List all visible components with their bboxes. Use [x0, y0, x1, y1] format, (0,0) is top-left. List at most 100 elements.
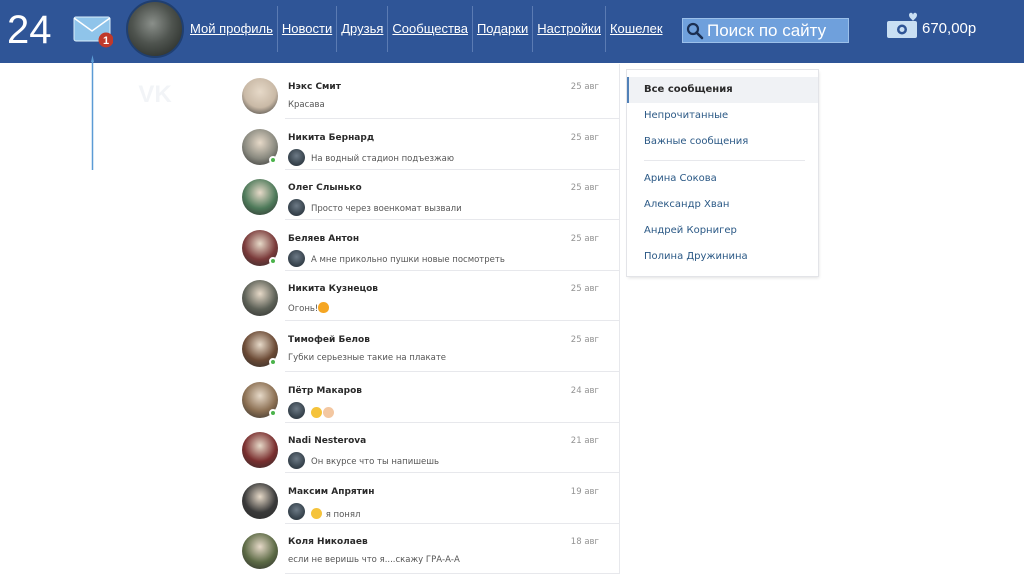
search-label: Поиск по сайту [707, 20, 827, 40]
online-indicator [269, 408, 277, 417]
site-search[interactable]: Поиск по сайту [682, 18, 849, 43]
online-indicator [269, 155, 277, 164]
dialog-avatar[interactable] [242, 280, 278, 317]
dialog-preview: Просто через военкомат вызвали [311, 204, 462, 214]
dialog-avatar[interactable] [242, 179, 278, 216]
contact-andrey-korniger[interactable]: Андрей Корнигер [627, 218, 818, 244]
dialog-message-text: Губки серьезные такие на плакате [288, 353, 447, 363]
dialog-row[interactable]: Nadi Nesterova 21 авг Он вкурсе что ты нап… [233, 422, 620, 474]
mail-badge-count: 1 [103, 35, 109, 47]
filter-divider [644, 160, 805, 161]
mail-icon[interactable]: 1 [73, 14, 113, 48]
dialog-row[interactable]: Тимофей Белов 25 авг Губки серьезные такие… [233, 321, 620, 372]
dialog-preview: Огонь! [288, 302, 330, 314]
dialog-row[interactable]: Олег Слынько 25 авг Просто через военкомат… [233, 169, 620, 221]
nav-gifts[interactable]: Подарки [473, 6, 534, 52]
dialog-date: 25 авг [570, 284, 599, 295]
dialog-preview: я понял [311, 507, 361, 520]
dialog-name[interactable]: Максим Апрятин [288, 487, 374, 497]
dialog-list: Нэкс Смит 25 авг Красава Никита Бернард 25 а… [233, 64, 620, 574]
online-indicator [269, 256, 277, 265]
own-mini-avatar [288, 199, 305, 217]
dialog-avatar[interactable] [242, 533, 278, 570]
dialog-date: 24 авг [570, 385, 599, 396]
dialog-message-text: Огонь! [288, 304, 319, 315]
dialog-date: 25 авг [570, 132, 599, 143]
dialog-row[interactable]: Беляев Антон 25 авг А мне прикольно пушки … [233, 220, 620, 271]
dialog-row[interactable]: Нэкс Смит 25 авг Красава [233, 68, 620, 119]
online-indicator [269, 358, 277, 366]
nav-communities[interactable]: Сообщества [388, 6, 473, 52]
smile-emoji-icon [311, 507, 322, 519]
dialog-preview: Губки серьезные такие на плакате [288, 353, 446, 363]
dialog-preview: А мне прикольно пушки новые посмотреть [311, 255, 505, 265]
filter-important[interactable]: Важные сообщения [627, 129, 818, 155]
ok-emoji-icon [323, 406, 334, 418]
slide-number: 24 [7, 8, 52, 52]
nav-settings[interactable]: Настройки [533, 6, 606, 52]
wallet-icon[interactable] [887, 12, 919, 40]
dialog-preview: Красава [288, 100, 325, 110]
profile-avatar[interactable] [126, 0, 184, 58]
dialog-date: 25 авг [570, 233, 599, 244]
dialog-date: 18 авг [570, 537, 599, 548]
dialog-row[interactable]: Никита Бернард 25 авг На водный стадион по… [233, 119, 620, 170]
dialog-message-text: Красава [288, 100, 325, 110]
dialog-date: 25 авг [570, 335, 599, 345]
fire-emoji-icon [318, 302, 330, 314]
search-icon [686, 22, 704, 39]
dialog-row[interactable]: Максим Апрятин 19 авг я понял [233, 473, 620, 524]
own-mini-avatar [288, 401, 305, 419]
nav-friends[interactable]: Друзья [337, 6, 389, 52]
dialog-message-text: я понял [325, 509, 361, 520]
nav-wallet[interactable]: Кошелек [606, 6, 667, 52]
dialog-preview: если не веришь что я....скажу ГРА-А-А [288, 555, 460, 565]
pointer-arrow [91, 55, 94, 170]
smile-emoji-icon [311, 406, 322, 418]
dialog-name[interactable]: Олег Слынько [288, 183, 362, 193]
dialog-name[interactable]: Никита Кузнецов [288, 284, 378, 294]
dialog-message-text: А мне прикольно пушки новые посмотреть [311, 254, 505, 265]
own-mini-avatar [288, 502, 305, 520]
dialog-name[interactable]: Беляев Антон [288, 234, 359, 244]
faded-logo: VK [138, 81, 172, 108]
main-nav: Мой профиль Новости Друзья Сообщества По… [186, 6, 667, 52]
contact-polina-druzhinina[interactable]: Полина Дружинина [627, 244, 818, 270]
dialog-row[interactable]: Коля Николаев 18 авг если не веришь что я.… [233, 523, 620, 574]
nav-news[interactable]: Новости [278, 6, 338, 52]
dialog-row[interactable]: Пётр Макаров 24 авг [233, 372, 620, 423]
dialog-avatar[interactable] [242, 432, 278, 469]
filter-unread[interactable]: Непрочитанные [627, 103, 818, 129]
own-mini-avatar [288, 452, 305, 470]
dialog-name[interactable]: Никита Бернард [288, 133, 374, 143]
dialog-date: 21 авг [570, 436, 599, 447]
nav-my-profile[interactable]: Мой профиль [186, 6, 278, 52]
dialog-name[interactable]: Нэкс Смит [288, 82, 341, 92]
dialog-message-text: На водный стадион подъезжаю [311, 153, 454, 164]
messages-filter-panel: Все сообщения Непрочитанные Важные сообщ… [627, 70, 818, 276]
wallet-balance: 670,00р [922, 20, 977, 37]
dialog-message-text: Просто через военкомат вызвали [311, 204, 462, 215]
dialog-preview [311, 406, 335, 419]
dialog-name[interactable]: Тимофей Белов [288, 335, 370, 345]
svg-text:VK: VK [138, 81, 172, 108]
dialog-message-text: Он вкурсе что ты напишешь [311, 457, 440, 468]
dialog-preview: На водный стадион подъезжаю [311, 154, 454, 164]
dialog-date: 25 авг [570, 82, 599, 92]
dialog-avatar[interactable] [242, 78, 278, 114]
dialog-name[interactable]: Пётр Макаров [288, 386, 362, 396]
top-bar: 24 1 Мой профиль Новости Друзья Сообщест… [0, 0, 1024, 63]
contact-arina-sokova[interactable]: Арина Сокова [627, 166, 818, 192]
dialog-date: 25 авг [570, 183, 599, 194]
dialog-date: 19 авг [570, 486, 599, 497]
dialog-avatar[interactable] [242, 482, 278, 519]
dialog-row[interactable]: Никита Кузнецов 25 авг Огонь! [233, 270, 620, 322]
contact-alexandr-hvan[interactable]: Александр Хван [627, 192, 818, 218]
filter-all-messages[interactable]: Все сообщения [627, 77, 818, 103]
own-mini-avatar [288, 249, 305, 267]
dialog-name[interactable]: Nadi Nesterova [288, 436, 366, 446]
dialog-name[interactable]: Коля Николаев [288, 537, 368, 547]
dialog-message-text: если не веришь что я....скажу ГРА-А-А [288, 555, 460, 566]
own-mini-avatar [288, 148, 305, 166]
dialog-preview: Он вкурсе что ты напишешь [311, 457, 439, 467]
